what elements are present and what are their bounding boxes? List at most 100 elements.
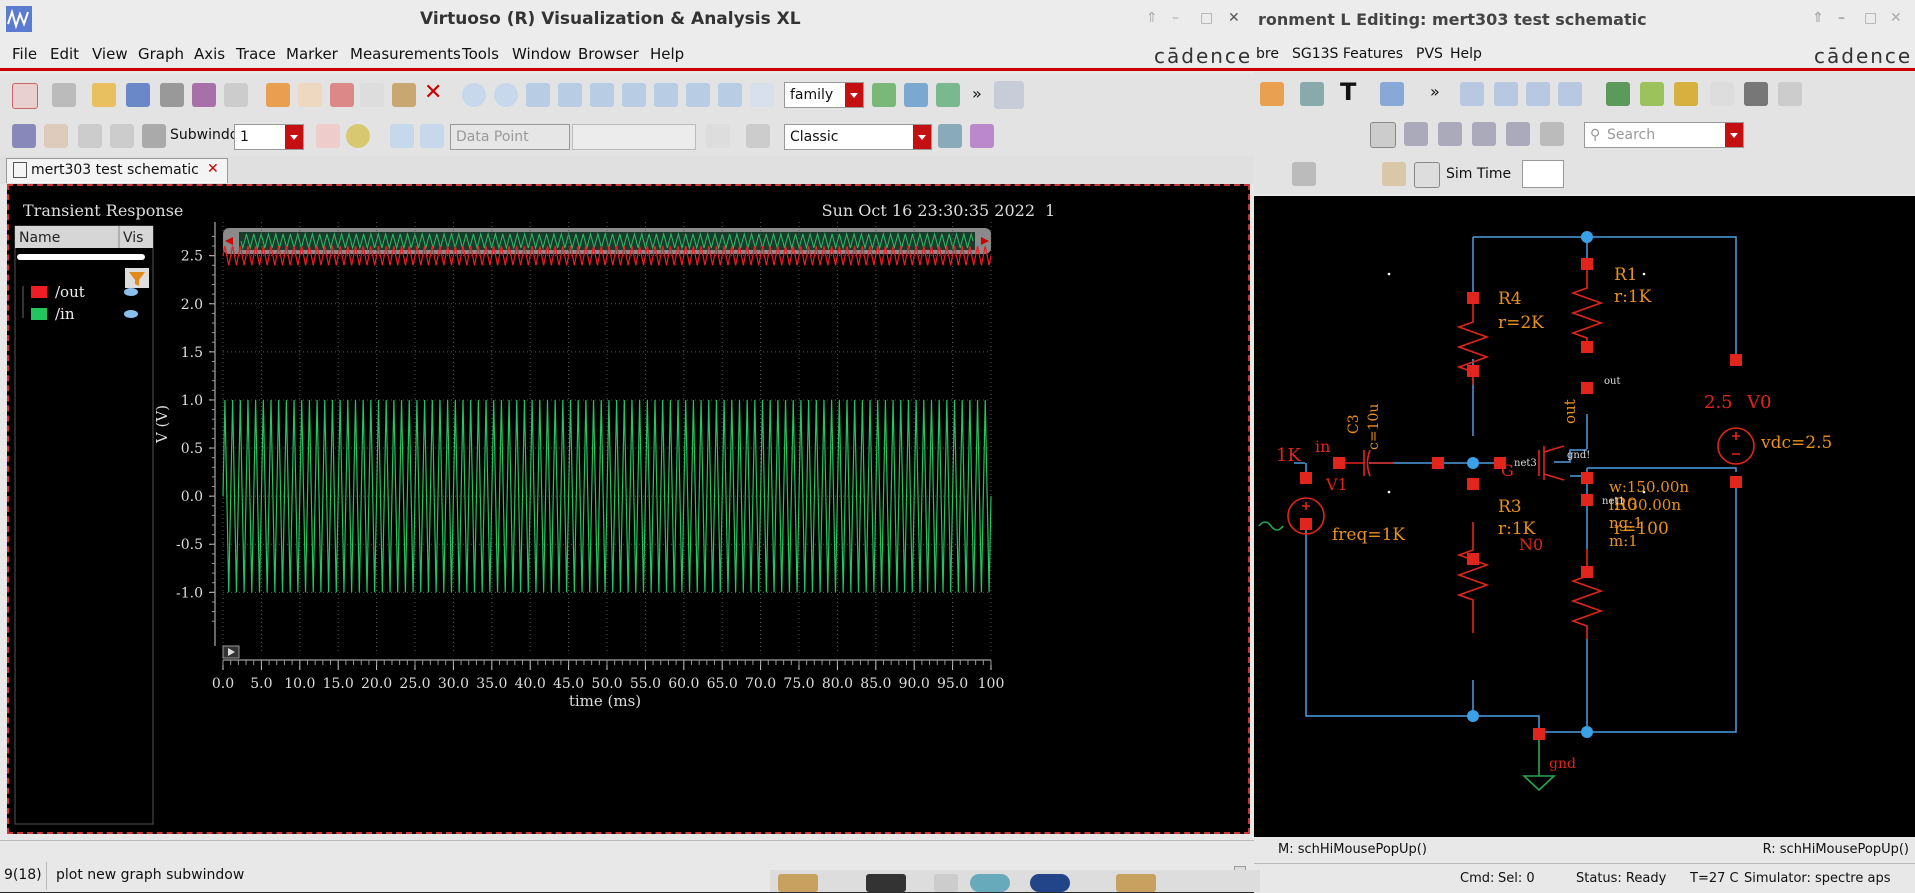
- properties-icon[interactable]: [1778, 82, 1802, 106]
- add-wire-icon[interactable]: [1640, 82, 1664, 106]
- compare-icon[interactable]: [936, 83, 960, 107]
- grid-icon[interactable]: [994, 81, 1024, 109]
- save-icon[interactable]: [126, 83, 150, 107]
- zoom-x-icon[interactable]: [590, 83, 614, 107]
- menu-window[interactable]: Window: [512, 45, 571, 63]
- menu-browser[interactable]: Browser: [578, 45, 639, 63]
- menu-item[interactable]: bre: [1256, 46, 1279, 62]
- window-minimize-icon[interactable]: –: [1838, 10, 1845, 26]
- strip-chart-icon[interactable]: [904, 83, 928, 107]
- tab-schematic[interactable]: mert303 test schematic ✕: [6, 158, 228, 183]
- menu-item[interactable]: PVS: [1416, 46, 1443, 62]
- document-icon[interactable]: [934, 874, 958, 892]
- add-pin-icon[interactable]: [1744, 82, 1768, 106]
- trace-out-label[interactable]: /out: [55, 283, 85, 301]
- trace-filter-input[interactable]: [17, 254, 145, 260]
- overflow-icon[interactable]: »: [972, 84, 982, 103]
- add-instance-icon[interactable]: [1606, 82, 1630, 106]
- subwindow-select[interactable]: 1: [234, 124, 304, 150]
- chevron-down-icon[interactable]: [845, 83, 863, 107]
- graph-window[interactable]: Transient Response Sun Oct 16 23:30:35 2…: [7, 184, 1250, 834]
- export-icon[interactable]: [938, 124, 962, 148]
- print-icon[interactable]: [160, 83, 184, 107]
- align-icon[interactable]: [1380, 82, 1404, 106]
- open-folder-icon[interactable]: [92, 83, 116, 107]
- window-close-icon[interactable]: ✕: [1228, 10, 1240, 26]
- redo-icon[interactable]: [1260, 82, 1284, 106]
- search-input[interactable]: ⚲ Search: [1584, 122, 1744, 148]
- family-select[interactable]: family: [784, 82, 864, 108]
- add-wide-wire-icon[interactable]: [1674, 82, 1698, 106]
- undo-icon[interactable]: [266, 83, 290, 107]
- zoom-in-icon[interactable]: [526, 83, 550, 107]
- text-tool-icon[interactable]: T: [1340, 78, 1356, 106]
- copy-tool-icon[interactable]: [1472, 122, 1496, 146]
- wire-tool-icon[interactable]: [1292, 162, 1316, 186]
- menu-tools[interactable]: Tools: [462, 45, 499, 63]
- paste-icon[interactable]: [392, 83, 416, 107]
- menu-file[interactable]: File: [12, 45, 37, 63]
- tile-icon[interactable]: [142, 124, 166, 148]
- eye-icon[interactable]: [124, 288, 138, 296]
- browser-icon[interactable]: [970, 874, 1010, 892]
- chevron-down-icon[interactable]: [913, 125, 931, 149]
- window-minimize-icon[interactable]: –: [1172, 10, 1179, 26]
- calculator-icon[interactable]: [746, 124, 770, 148]
- folder-icon[interactable]: [778, 874, 818, 892]
- zoom-circle2-icon[interactable]: [494, 83, 518, 107]
- zoom-fit-y-icon[interactable]: [718, 83, 742, 107]
- wand-icon[interactable]: [12, 124, 36, 148]
- flag-icon[interactable]: [316, 124, 340, 148]
- check-save-icon[interactable]: [1370, 122, 1396, 148]
- zoom-reset-icon[interactable]: [750, 83, 774, 107]
- zoom-y-icon[interactable]: [622, 83, 646, 107]
- zoom-out-icon[interactable]: [558, 83, 582, 107]
- menu-view[interactable]: View: [92, 45, 128, 63]
- network-icon[interactable]: [1030, 874, 1070, 892]
- zoom-box-icon[interactable]: [1558, 82, 1582, 106]
- menu-measurements[interactable]: Measurements: [350, 45, 461, 63]
- zoom-fit-x-icon[interactable]: [686, 83, 710, 107]
- add-label-icon[interactable]: [1710, 82, 1734, 106]
- overflow-icon[interactable]: »: [1430, 82, 1440, 101]
- chart-icon[interactable]: [872, 83, 896, 107]
- terminal-icon[interactable]: [866, 874, 906, 892]
- style-select[interactable]: Classic: [784, 124, 932, 150]
- histogram-icon[interactable]: [706, 124, 730, 148]
- window-maximize-icon[interactable]: □: [1864, 10, 1877, 26]
- menu-edit[interactable]: Edit: [50, 45, 79, 63]
- window-up-icon[interactable]: ⇑: [1812, 10, 1824, 26]
- sim-time-input[interactable]: [1522, 160, 1564, 188]
- menu-trace[interactable]: Trace: [236, 45, 276, 63]
- window-maximize-icon[interactable]: □: [1200, 10, 1213, 26]
- select-icon[interactable]: [1300, 82, 1324, 106]
- menu-help[interactable]: Help: [650, 45, 684, 63]
- layout-icon[interactable]: [52, 83, 76, 107]
- cut-icon[interactable]: [330, 83, 354, 107]
- split-horizontal-icon[interactable]: [78, 124, 102, 148]
- menu-axis[interactable]: Axis: [194, 45, 225, 63]
- split-vertical-icon[interactable]: [110, 124, 134, 148]
- folder-icon[interactable]: [1116, 874, 1156, 892]
- close-icon[interactable]: ✕: [207, 161, 219, 177]
- settings-icon[interactable]: [970, 124, 994, 148]
- chevron-down-icon[interactable]: [1725, 123, 1743, 147]
- zoom-out-icon[interactable]: [1494, 82, 1518, 106]
- annotate-icon[interactable]: [1382, 162, 1406, 186]
- pointer-icon[interactable]: [1404, 122, 1428, 146]
- new-window-icon[interactable]: [12, 83, 38, 109]
- eye-icon[interactable]: [124, 310, 138, 318]
- zoom-in-icon[interactable]: [1460, 82, 1484, 106]
- menu-marker[interactable]: Marker: [286, 45, 338, 63]
- menu-item[interactable]: SG13S Features: [1292, 46, 1403, 62]
- window-up-icon[interactable]: ⇑: [1146, 10, 1158, 26]
- menu-item[interactable]: Help: [1450, 46, 1482, 62]
- menu-graph[interactable]: Graph: [138, 45, 184, 63]
- chevron-down-icon[interactable]: [285, 125, 303, 149]
- zoom-circle-icon[interactable]: [462, 83, 486, 107]
- copy-icon[interactable]: [360, 83, 384, 107]
- move-icon[interactable]: [1438, 122, 1462, 146]
- cards-icon[interactable]: [44, 124, 68, 148]
- waveform-icon[interactable]: [192, 83, 216, 107]
- delete-icon[interactable]: ✕: [424, 80, 442, 105]
